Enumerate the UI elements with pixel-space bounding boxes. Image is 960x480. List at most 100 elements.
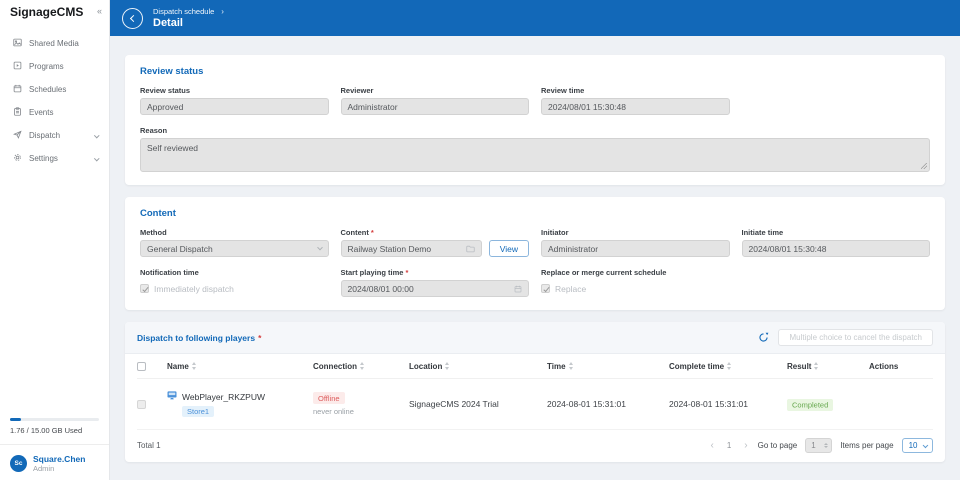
clipboard-icon xyxy=(13,107,22,118)
sidebar-item-settings[interactable]: Settings xyxy=(0,147,109,170)
connection-status-badge: Offline xyxy=(313,392,345,404)
send-icon xyxy=(13,130,22,141)
sort-icon xyxy=(192,362,196,370)
player-screen-icon xyxy=(167,391,177,402)
pagination-page-1[interactable]: 1 xyxy=(724,441,734,450)
player-location: SignageCMS 2024 Trial xyxy=(409,399,547,409)
storage-progress-fill xyxy=(10,418,21,421)
sort-icon xyxy=(569,362,573,370)
items-per-page-select[interactable]: 10 xyxy=(902,438,933,453)
reviewer-label: Reviewer xyxy=(341,86,530,95)
content-card: Content Method General Dispatch Content* xyxy=(125,197,945,310)
method-label: Method xyxy=(140,228,329,237)
notification-time-label: Notification time xyxy=(140,268,329,277)
pagination-next-icon: › xyxy=(742,441,749,451)
sidebar-collapse-icon[interactable]: « xyxy=(97,5,102,17)
column-header-complete-time[interactable]: Complete time xyxy=(669,362,787,371)
view-button[interactable]: View xyxy=(489,240,529,257)
user-name: Square.Chen xyxy=(33,454,85,464)
stepper-arrows-icon xyxy=(824,443,828,449)
table-footer: Total 1 ‹ 1 › Go to page 1 Items per pag… xyxy=(125,430,945,462)
total-count: Total 1 xyxy=(137,441,161,450)
required-mark: * xyxy=(371,228,374,237)
connection-sub-text: never online xyxy=(313,407,354,416)
folder-icon xyxy=(466,245,475,253)
sidebar-menu: Shared Media Programs Schedules Events D… xyxy=(0,32,109,170)
page-title: Detail xyxy=(153,17,224,29)
resize-handle xyxy=(921,163,927,169)
sort-icon xyxy=(360,362,364,370)
chevron-down-icon xyxy=(922,442,927,447)
sort-icon xyxy=(727,362,731,370)
column-header-name[interactable]: Name xyxy=(167,362,313,371)
reason-textarea: Self reviewed xyxy=(140,138,930,172)
chevron-down-icon xyxy=(94,155,99,160)
content-area: Review status Review status Approved Rev… xyxy=(110,36,960,480)
main-area: Dispatch schedule › Detail Review status… xyxy=(110,0,960,480)
breadcrumb-link[interactable]: Dispatch schedule xyxy=(153,7,214,16)
initiator-field: Administrator xyxy=(541,240,730,257)
program-icon xyxy=(13,61,22,72)
review-status-card: Review status Review status Approved Rev… xyxy=(125,55,945,185)
review-time-field: 2024/08/01 15:30:48 xyxy=(541,98,730,115)
storage-progress-bar xyxy=(10,418,99,421)
complete-time: 2024-08-01 15:31:01 xyxy=(669,399,787,409)
items-per-page-label: Items per page xyxy=(840,441,893,450)
required-mark: * xyxy=(258,333,261,343)
start-playing-time-field: 2024/08/01 00:00 xyxy=(341,280,530,297)
player-group-tag: Store1 xyxy=(182,406,214,417)
column-header-location[interactable]: Location xyxy=(409,362,547,371)
sidebar-item-label: Shared Media xyxy=(29,39,79,48)
sidebar-item-schedules[interactable]: Schedules xyxy=(0,78,109,101)
chevron-down-icon xyxy=(94,132,99,137)
user-role: Admin xyxy=(33,464,85,473)
calendar-icon xyxy=(514,285,522,293)
section-title-content: Content xyxy=(140,208,930,219)
table-header: Name Connection Location Time Complete t… xyxy=(137,354,933,379)
select-all-checkbox[interactable] xyxy=(137,362,146,371)
page-header: Dispatch schedule › Detail xyxy=(110,0,960,36)
column-header-actions: Actions xyxy=(869,362,933,371)
back-arrow-icon xyxy=(130,14,137,21)
initiate-time-field: 2024/08/01 15:30:48 xyxy=(742,240,931,257)
user-profile[interactable]: Sc Square.Chen Admin xyxy=(10,454,99,473)
avatar: Sc xyxy=(10,455,27,472)
goto-page-input: 1 xyxy=(805,438,832,453)
replace-checkbox-label: Replace xyxy=(555,284,586,294)
storage-usage-text: 1.76 / 15.00 GB Used xyxy=(10,426,99,435)
dispatch-time: 2024-08-01 15:31:01 xyxy=(547,399,669,409)
column-header-result[interactable]: Result xyxy=(787,362,869,371)
sidebar-item-label: Dispatch xyxy=(29,131,60,140)
immediately-dispatch-checkbox xyxy=(140,284,149,293)
review-status-label: Review status xyxy=(140,86,329,95)
breadcrumb: Dispatch schedule › xyxy=(153,7,224,16)
refresh-icon[interactable] xyxy=(758,332,769,343)
goto-page-label: Go to page xyxy=(758,441,798,450)
app-logo-title: SignageCMS xyxy=(10,5,83,19)
players-card: Dispatch to following players* Multiple … xyxy=(125,322,945,462)
divider xyxy=(0,444,109,445)
sidebar-item-dispatch[interactable]: Dispatch xyxy=(0,124,109,147)
content-label: Content* xyxy=(341,228,530,237)
sidebar-item-label: Programs xyxy=(29,62,64,71)
sort-icon xyxy=(445,362,449,370)
back-button[interactable] xyxy=(122,8,143,29)
review-status-field: Approved xyxy=(140,98,329,115)
section-title-players: Dispatch to following players* xyxy=(137,333,261,343)
column-header-connection[interactable]: Connection xyxy=(313,362,409,371)
column-header-time[interactable]: Time xyxy=(547,362,669,371)
gear-icon xyxy=(13,153,22,164)
sidebar-item-events[interactable]: Events xyxy=(0,101,109,124)
image-icon xyxy=(13,38,22,49)
method-select: General Dispatch xyxy=(140,240,329,257)
chevron-down-icon xyxy=(317,244,323,250)
sidebar-item-programs[interactable]: Programs xyxy=(0,55,109,78)
replace-checkbox xyxy=(541,284,550,293)
app-window: SignageCMS « Shared Media Programs Sched… xyxy=(0,0,960,480)
sidebar-item-shared-media[interactable]: Shared Media xyxy=(0,32,109,55)
breadcrumb-arrow-icon: › xyxy=(221,7,224,16)
immediately-dispatch-label: Immediately dispatch xyxy=(154,284,234,294)
sidebar-item-label: Events xyxy=(29,108,53,117)
initiator-label: Initiator xyxy=(541,228,730,237)
player-name[interactable]: WebPlayer_RKZPUW xyxy=(182,392,265,402)
